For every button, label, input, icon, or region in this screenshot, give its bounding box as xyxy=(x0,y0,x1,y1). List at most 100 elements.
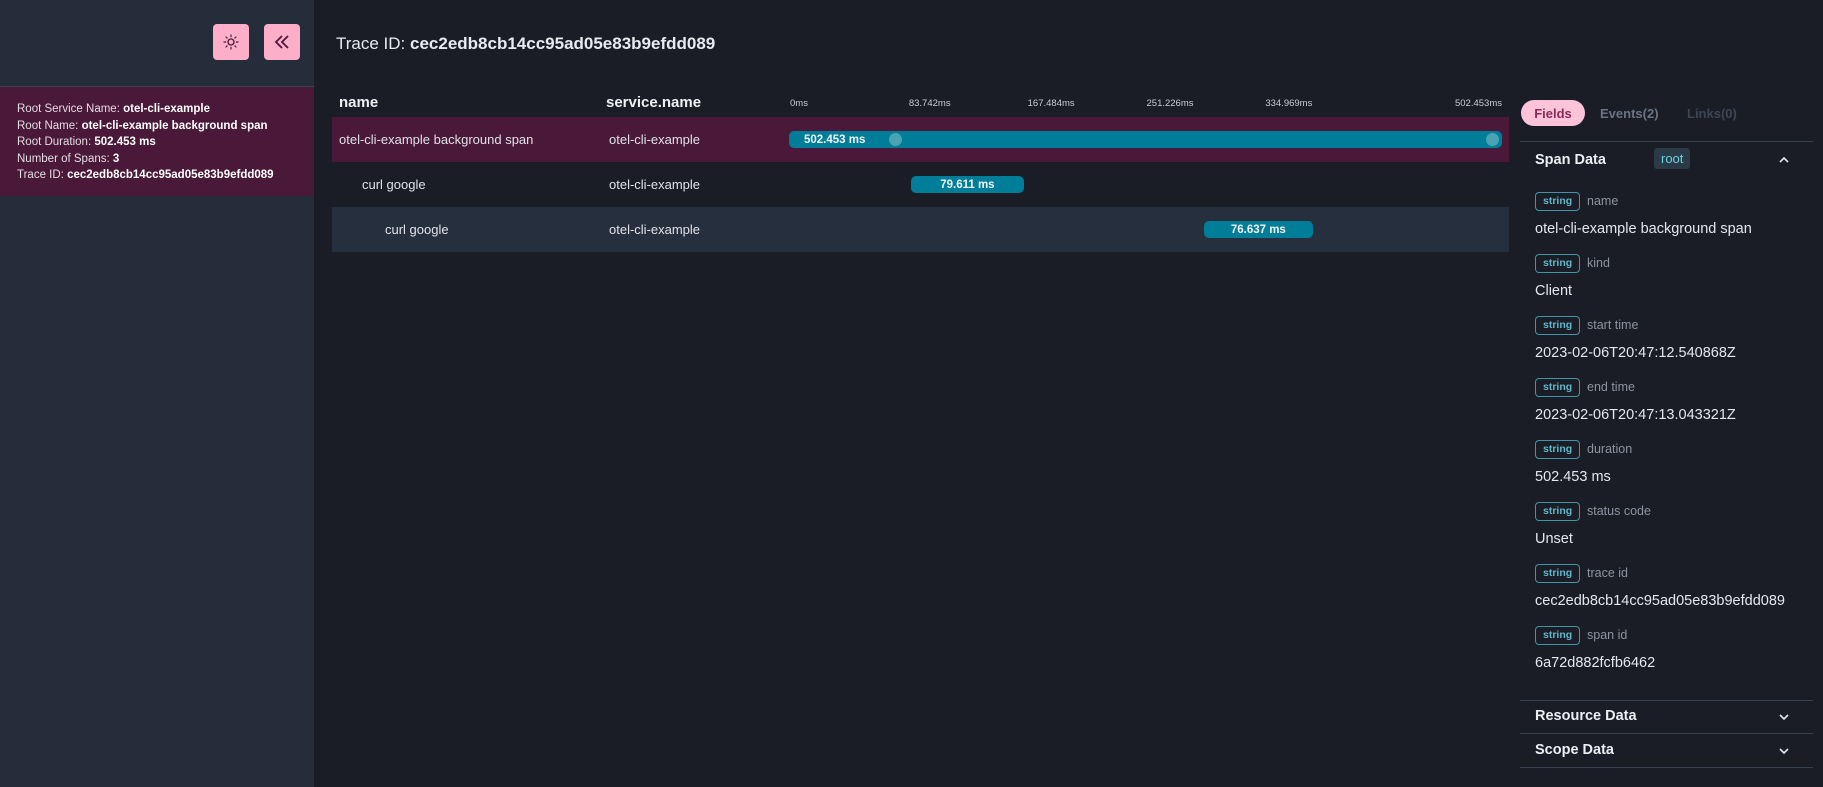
span-fields: string name otel-cli-example background sp… xyxy=(1535,192,1810,688)
span-service: otel-cli-example xyxy=(609,222,701,237)
range-start-handle[interactable] xyxy=(889,133,902,146)
trace-summary: Root Service Name: otel-cli-example Root… xyxy=(0,87,314,196)
span-timeline-track: 502.453 ms xyxy=(789,131,1502,148)
span-field: string trace id cec2edb8cb14cc95ad05e83b9e… xyxy=(1535,564,1810,626)
summary-root-service: Root Service Name: otel-cli-example xyxy=(17,101,297,118)
field-value: 6a72d882fcfb6462 xyxy=(1535,655,1656,671)
column-header-name: name xyxy=(339,94,379,111)
summary-value: 502.453 ms xyxy=(94,136,156,148)
span-field: string kind Client xyxy=(1535,254,1810,316)
sidebar: Root Service Name: otel-cli-example Root… xyxy=(0,0,314,787)
span-timeline-track: 76.637 ms xyxy=(789,221,1502,238)
field-value: 502.453 ms xyxy=(1535,469,1611,485)
chevrons-left-icon xyxy=(274,35,289,49)
summary-label: Root Name: xyxy=(17,119,82,132)
span-duration-label: 502.453 ms xyxy=(804,133,866,146)
span-duration-bar[interactable]: 79.611 ms xyxy=(910,176,1024,193)
span-duration-label: 76.637 ms xyxy=(1230,223,1286,236)
field-type-badge: string xyxy=(1535,626,1581,645)
field-type-badge: string xyxy=(1535,564,1581,583)
field-key: end time xyxy=(1587,380,1635,394)
field-key: name xyxy=(1587,194,1619,208)
summary-label: Root Duration: xyxy=(17,136,95,148)
span-row[interactable]: curl google otel-cli-example 76.637 ms xyxy=(332,207,1509,252)
span-name: otel-cli-example background span xyxy=(339,132,534,147)
field-value: Unset xyxy=(1535,531,1573,547)
field-key: trace id xyxy=(1587,566,1628,580)
summary-value: cec2edb8cb14cc95ad05e83b9efdd089 xyxy=(67,169,274,181)
scope-data-title: Scope Data xyxy=(1535,742,1614,758)
span-service: otel-cli-example xyxy=(609,132,701,147)
summary-root-name: Root Name: otel-cli-example background s… xyxy=(17,118,297,135)
timeline-tick: 0ms xyxy=(790,98,808,109)
field-type-badge: string xyxy=(1535,254,1581,273)
page-title-trace-id: cec2edb8cb14cc95ad05e83b9efdd089 xyxy=(410,34,716,53)
chevron-down-icon[interactable] xyxy=(1777,744,1791,758)
root-badge: root xyxy=(1654,148,1691,169)
chevron-up-icon[interactable] xyxy=(1777,153,1791,167)
timeline-tick: 334.969ms xyxy=(1265,98,1313,109)
timeline-tick: 502.453ms xyxy=(1454,98,1502,109)
span-row[interactable]: otel-cli-example background span otel-cli… xyxy=(332,117,1509,162)
summary-num-spans: Number of Spans: 3 xyxy=(17,151,297,168)
resource-data-title: Resource Data xyxy=(1535,708,1637,724)
divider xyxy=(1520,767,1813,768)
field-type-badge: string xyxy=(1535,192,1581,211)
summary-label: Number of Spans: xyxy=(17,152,113,165)
summary-label: Root Service Name: xyxy=(17,103,124,115)
span-rows: otel-cli-example background span otel-cli… xyxy=(332,117,1509,252)
field-key: span id xyxy=(1587,628,1628,642)
divider xyxy=(1520,733,1813,734)
span-name: curl google xyxy=(385,222,449,237)
summary-label: Trace ID: xyxy=(17,169,68,181)
field-key: duration xyxy=(1587,442,1633,456)
span-duration-bar[interactable]: 76.637 ms xyxy=(1203,221,1313,238)
field-key: start time xyxy=(1587,318,1639,332)
field-key: kind xyxy=(1587,256,1610,270)
field-value: otel-cli-example background span xyxy=(1535,221,1752,237)
span-field: string end time 2023-02-06T20:47:13.043321… xyxy=(1535,378,1810,440)
span-field: string span id 6a72d882fcfb6462 xyxy=(1535,626,1810,688)
range-end-handle[interactable] xyxy=(1486,133,1499,146)
span-field: string status code Unset xyxy=(1535,502,1810,564)
span-detail-panel: Fields Events(2) Links(0) Span Data root… xyxy=(1520,0,1813,787)
summary-trace-id: Trace ID: cec2edb8cb14cc95ad05e83b9efdd0… xyxy=(17,167,297,184)
field-type-badge: string xyxy=(1535,440,1581,459)
field-type-badge: string xyxy=(1535,316,1581,335)
span-data-title: Span Data xyxy=(1535,152,1606,168)
trace-waterfall: Trace ID: cec2edb8cb14cc95ad05e83b9efdd0… xyxy=(314,0,1509,787)
field-key: status code xyxy=(1587,504,1651,518)
span-row[interactable]: curl google otel-cli-example 79.611 ms xyxy=(332,162,1509,207)
span-field: string start time 2023-02-06T20:47:12.5408… xyxy=(1535,316,1810,378)
collapse-sidebar-button[interactable] xyxy=(264,24,300,60)
page-title: Trace ID: cec2edb8cb14cc95ad05e83b9efdd0… xyxy=(336,34,715,54)
field-value: 2023-02-06T20:47:13.043321Z xyxy=(1535,407,1736,423)
theme-toggle-button[interactable] xyxy=(213,24,249,60)
timeline-tick: 167.484ms xyxy=(1027,98,1075,109)
chevron-down-icon[interactable] xyxy=(1777,710,1791,724)
detail-tabs: Fields Events(2) Links(0) xyxy=(1520,100,1813,142)
timeline-tick: 83.742ms xyxy=(908,98,951,109)
tab-events[interactable]: Events(2) xyxy=(1600,100,1659,126)
field-value: Client xyxy=(1535,283,1573,299)
sidebar-toolbar xyxy=(0,0,314,87)
field-type-badge: string xyxy=(1535,502,1581,521)
span-duration-label: 79.611 ms xyxy=(940,178,995,191)
span-timeline-track: 79.611 ms xyxy=(789,176,1502,193)
page-title-label: Trace ID: xyxy=(336,34,410,53)
span-name: curl google xyxy=(362,177,426,192)
field-value: 2023-02-06T20:47:12.540868Z xyxy=(1535,345,1736,361)
tab-fields[interactable]: Fields xyxy=(1521,100,1585,126)
summary-value: otel-cli-example background span xyxy=(81,119,268,132)
span-field: string duration 502.453 ms xyxy=(1535,440,1810,502)
span-field: string name otel-cli-example background sp… xyxy=(1535,192,1810,254)
tab-links[interactable]: Links(0) xyxy=(1687,100,1737,126)
field-type-badge: string xyxy=(1535,378,1581,397)
field-value: cec2edb8cb14cc95ad05e83b9efdd089 xyxy=(1535,593,1785,609)
summary-value: 3 xyxy=(112,152,120,165)
timeline-tick: 251.226ms xyxy=(1146,98,1194,109)
summary-root-duration: Root Duration: 502.453 ms xyxy=(17,134,297,151)
span-service: otel-cli-example xyxy=(609,177,701,192)
sun-icon xyxy=(223,34,239,50)
column-header-service: service.name xyxy=(606,94,702,111)
